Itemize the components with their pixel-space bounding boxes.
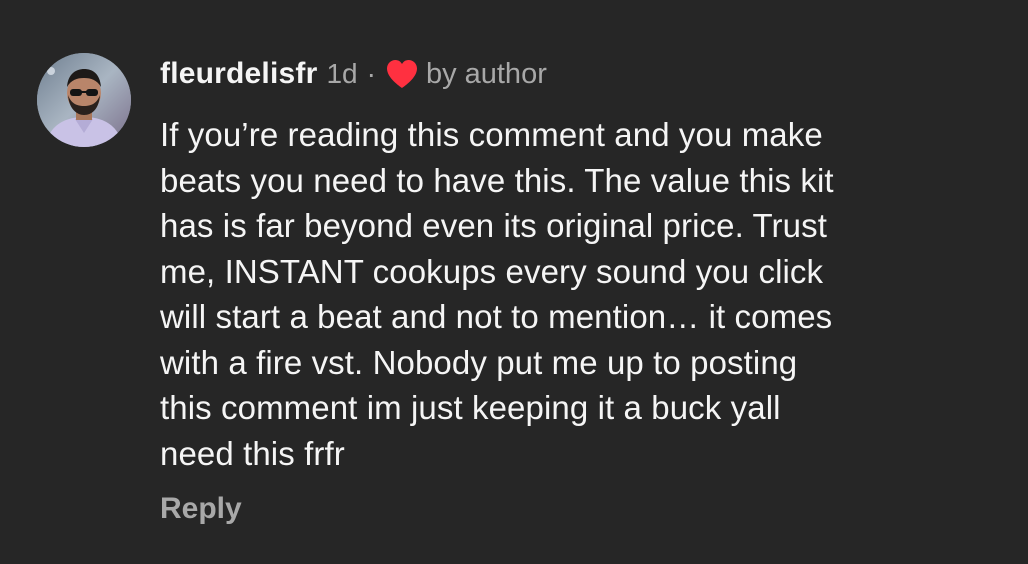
avatar[interactable] — [37, 53, 131, 147]
comment-text: If you’re reading this comment and you m… — [160, 112, 1010, 476]
comment-text-line: beats you need to have this. The value t… — [160, 161, 834, 199]
comment-text-line: need this frfr — [160, 434, 345, 472]
username-link[interactable]: fleurdelisfr — [160, 57, 317, 91]
separator-dot: · — [366, 58, 376, 89]
comment-item: fleurdelisfr 1d · by author If you’re re… — [0, 0, 1028, 564]
comment-text-line: will start a beat and not to mention… it… — [160, 298, 833, 335]
comment-age: 1d — [326, 58, 358, 89]
comment-text-line: has is far beyond even its original pric… — [160, 207, 827, 244]
liked-by-author-label: by author — [425, 57, 547, 90]
comment-text-line: with a fire vst. Nobody put me up to pos… — [160, 343, 798, 381]
comment-text-line: If you’re reading this comment and you m… — [160, 116, 823, 153]
comment-header: fleurdelisfr 1d · by author — [160, 54, 547, 94]
comment-text-line: me, INSTANT cookups every sound you clic… — [160, 252, 824, 290]
heart-icon — [385, 58, 419, 90]
comment-text-line: this comment im just keeping it a buck y… — [160, 389, 781, 426]
reply-button[interactable]: Reply — [160, 492, 242, 526]
